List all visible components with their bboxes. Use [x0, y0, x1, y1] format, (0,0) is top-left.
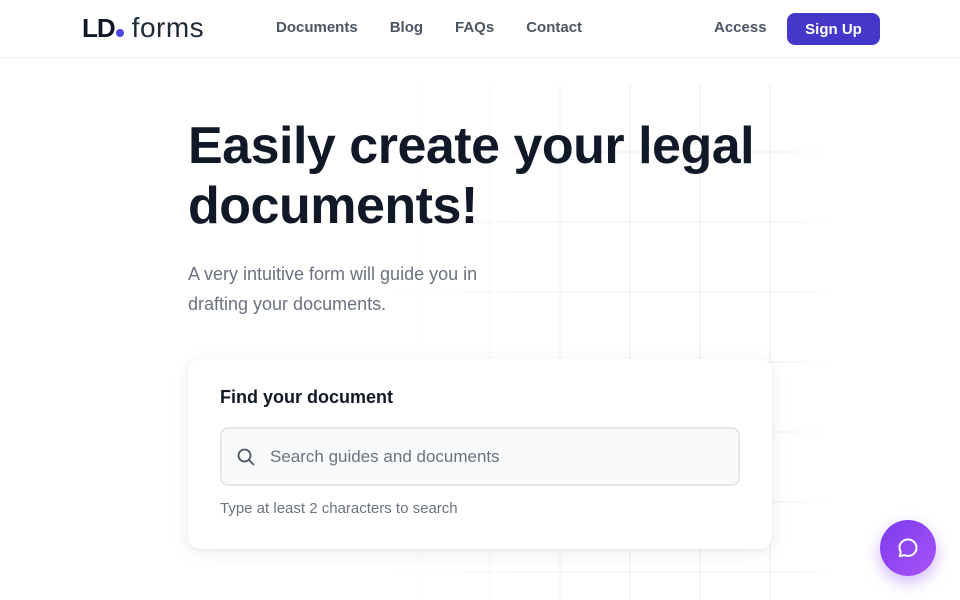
nav-link-contact[interactable]: Contact [526, 18, 582, 38]
hero-subtitle: A very intuitive form will guide you in … [188, 264, 478, 314]
logo-dot [115, 29, 124, 37]
search-hint: Type at least 2 characters to search [220, 500, 458, 517]
page: LD forms Documents Blog FAQs Contact Acc… [0, 0, 960, 600]
logo[interactable]: LD forms [82, 12, 204, 44]
sign-up-button[interactable]: Sign Up [787, 13, 880, 45]
nav-link-faqs[interactable]: FAQs [455, 18, 494, 38]
search-input[interactable] [270, 429, 730, 484]
find-document-card: Find your document Type at least 2 chara… [188, 359, 772, 549]
logo-wordmark: forms [131, 12, 205, 43]
logo-mark: LD [82, 13, 116, 43]
chat-bubble-icon [898, 538, 918, 558]
card-title: Find your document [220, 387, 393, 407]
nav-link-blog[interactable]: Blog [390, 18, 423, 38]
main-nav: Documents Blog FAQs Contact [276, 18, 582, 38]
access-link[interactable]: Access [714, 18, 767, 38]
search-box[interactable] [220, 427, 740, 486]
hero-title: Easily create your legal documents! [188, 117, 755, 235]
nav-link-documents[interactable]: Documents [276, 18, 358, 38]
search-icon [237, 448, 255, 466]
top-nav-bar: LD forms Documents Blog FAQs Contact Acc… [0, 0, 960, 58]
chat-button[interactable] [880, 520, 936, 576]
